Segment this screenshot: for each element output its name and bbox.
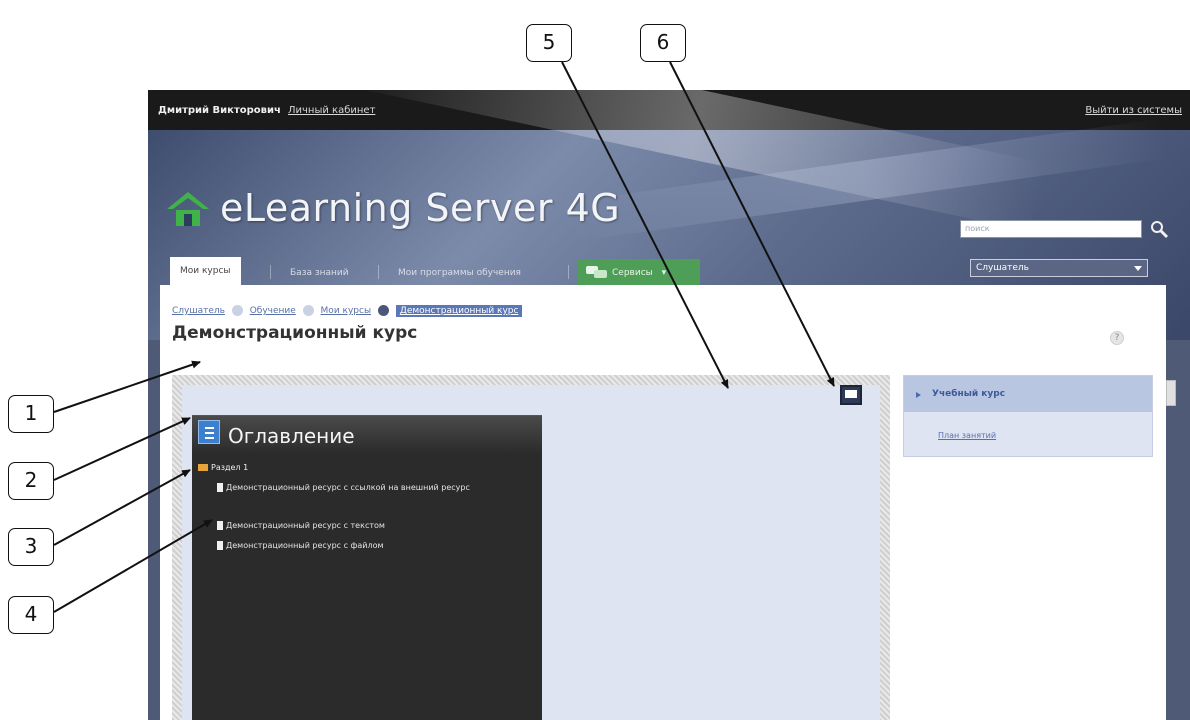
tab-knowledge-base[interactable]: База знаний bbox=[280, 259, 359, 285]
role-select[interactable]: Слушатель bbox=[970, 259, 1148, 277]
elearning-screenshot: Дмитрий Викторович Личный кабинет Выйти … bbox=[148, 90, 1190, 720]
toc-title: Оглавление bbox=[228, 424, 355, 448]
callout-5: 5 bbox=[526, 24, 572, 62]
logo-text: eLearning Server 4G bbox=[220, 186, 621, 230]
toc-item-label: Демонстрационный ресурс с текстом bbox=[226, 521, 385, 530]
toc-section-label: Раздел 1 bbox=[211, 463, 249, 472]
chat-icon bbox=[586, 266, 607, 278]
callout-1: 1 bbox=[8, 395, 54, 433]
course-viewer: Оглавление Раздел 1 Демонстрационный рес… bbox=[172, 375, 890, 720]
search-icon[interactable] bbox=[1148, 218, 1170, 240]
home-logo-icon bbox=[167, 192, 209, 226]
breadcrumb: Слушатель Обучение Мои курсы Демонстраци… bbox=[172, 305, 523, 317]
main-tabs: Мои курсы База знаний Мои программы обуч… bbox=[160, 245, 1150, 285]
contents-icon bbox=[198, 420, 220, 444]
toc-item[interactable]: Демонстрационный ресурс с ссылкой на вне… bbox=[217, 483, 516, 493]
breadcrumb-item[interactable]: Обучение bbox=[250, 306, 296, 316]
breadcrumb-current[interactable]: Демонстрационный курс bbox=[395, 305, 523, 317]
chevron-down-icon: ▾ bbox=[661, 268, 667, 278]
toc-item-label: Демонстрационный ресурс с ссылкой на вне… bbox=[226, 483, 470, 492]
side-panel-header[interactable]: Учебный курс bbox=[904, 376, 1152, 412]
tab-my-programs[interactable]: Мои программы обучения bbox=[388, 259, 531, 285]
folder-icon bbox=[198, 464, 208, 471]
tab-my-courses[interactable]: Мои курсы bbox=[170, 257, 241, 285]
toc-item-label: Демонстрационный ресурс с файлом bbox=[226, 541, 384, 550]
side-panel-title: Учебный курс bbox=[932, 389, 1006, 399]
user-name: Дмитрий Викторович bbox=[158, 105, 281, 116]
document-icon bbox=[217, 521, 223, 530]
breadcrumb-separator-icon bbox=[231, 305, 243, 316]
main-content: Слушатель Обучение Мои курсы Демонстраци… bbox=[160, 285, 1166, 720]
breadcrumb-separator-icon bbox=[302, 305, 314, 316]
tab-services[interactable]: Сервисы ▾ bbox=[578, 259, 700, 285]
course-side-panel: Учебный курс План занятий bbox=[903, 375, 1153, 457]
toc-header: Оглавление bbox=[192, 416, 542, 454]
help-icon[interactable]: ? bbox=[1110, 331, 1124, 345]
breadcrumb-item[interactable]: Мои курсы bbox=[321, 306, 372, 316]
toc-section[interactable]: Раздел 1 bbox=[198, 463, 248, 472]
document-icon bbox=[217, 483, 223, 492]
logout-link[interactable]: Выйти из системы bbox=[1085, 105, 1182, 116]
callout-3: 3 bbox=[8, 528, 54, 566]
callout-2: 2 bbox=[8, 462, 54, 500]
search-input[interactable]: поиск bbox=[960, 220, 1142, 238]
toc-item[interactable]: Демонстрационный ресурс с файлом bbox=[217, 541, 516, 551]
fullscreen-toggle-button[interactable] bbox=[840, 385, 862, 405]
collapse-sidebar-handle[interactable] bbox=[1166, 380, 1176, 406]
window-icon bbox=[845, 390, 857, 398]
expand-arrow-icon bbox=[916, 392, 921, 398]
callout-6: 6 bbox=[640, 24, 686, 62]
breadcrumb-separator-icon bbox=[377, 305, 389, 316]
cabinet-link[interactable]: Личный кабинет bbox=[288, 105, 375, 116]
table-of-contents: Оглавление Раздел 1 Демонстрационный рес… bbox=[192, 415, 542, 720]
breadcrumb-item[interactable]: Слушатель bbox=[172, 306, 225, 316]
page-title: Демонстрационный курс bbox=[172, 323, 418, 343]
chevron-down-icon bbox=[1134, 266, 1142, 271]
lesson-plan-link[interactable]: План занятий bbox=[938, 431, 996, 440]
role-select-value: Слушатель bbox=[976, 263, 1029, 273]
tab-services-label: Сервисы bbox=[612, 268, 653, 278]
document-icon bbox=[217, 541, 223, 550]
callout-4: 4 bbox=[8, 596, 54, 634]
toc-item[interactable]: Демонстрационный ресурс с текстом bbox=[217, 521, 516, 531]
